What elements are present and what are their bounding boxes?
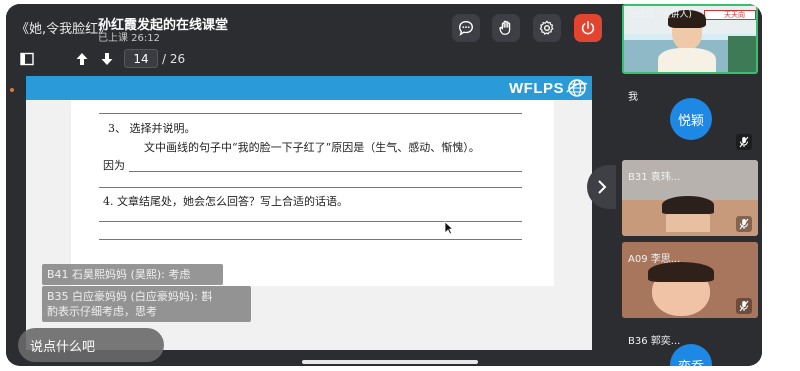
chat-message-line: B35 白应豪妈妈 (白应豪妈妈): 斟 bbox=[47, 290, 213, 303]
mic-muted-icon bbox=[736, 298, 752, 314]
document-toolbar: 14 / 26 bbox=[6, 46, 610, 72]
participant-name: B31 袁玮... bbox=[628, 172, 681, 183]
chevron-right-icon bbox=[598, 180, 607, 194]
chat-message: B41 石昊熙妈妈 (昊熙): 考虑 bbox=[42, 264, 223, 285]
host-video-tile[interactable]: 天天向 孙红霞 (主讲人) bbox=[622, 4, 758, 74]
chat-button[interactable] bbox=[452, 14, 480, 42]
hand-icon bbox=[499, 20, 511, 35]
page-total: / 26 bbox=[162, 52, 186, 66]
answer-line bbox=[99, 187, 522, 188]
chat-message: B35 白应豪妈妈 (白应豪妈妈): 斟 酌表示仔细考虑，思考 bbox=[42, 286, 251, 322]
arrow-up-icon bbox=[76, 53, 88, 65]
slide-header: WFLPS bbox=[26, 76, 592, 100]
globe-logo-icon bbox=[566, 79, 588, 97]
answer-line bbox=[99, 239, 522, 240]
answer-line bbox=[99, 113, 522, 114]
back-title[interactable]: 《她,令我脸红》 bbox=[16, 18, 111, 37]
participant-video-tile[interactable]: A09 李思... bbox=[622, 242, 758, 318]
raise-hand-button[interactable] bbox=[492, 14, 520, 42]
participant-name: B36 郭奕... bbox=[628, 336, 681, 347]
mic-muted-icon bbox=[736, 134, 752, 150]
question-3-body: 文中画线的句子中“我的脸一下子红了”原因是（生气、感动、惭愧）。 bbox=[144, 141, 480, 154]
host-name: 孙红霞 (主讲人) bbox=[628, 10, 692, 20]
settings-button[interactable] bbox=[533, 14, 561, 42]
previous-page-button[interactable] bbox=[73, 50, 91, 68]
chat-input[interactable]: 说点什么吧 bbox=[18, 328, 164, 362]
my-tile[interactable]: 我 悦颖 bbox=[622, 80, 758, 158]
question-3-because: 因为 bbox=[103, 159, 125, 172]
meeting-timer: 已上课 26:12 bbox=[98, 33, 160, 44]
presentation-area: WFLPS 3、 选择并说明。 文中画线的句子中“我的脸一下子红了”原因是（生气… bbox=[6, 72, 610, 362]
chat-bubble-icon bbox=[459, 21, 473, 36]
classroom-app: 《她,令我脸红》 孙红霞发起的在线课堂 已上课 26:12 14 / 26 WF… bbox=[6, 4, 762, 366]
participant-video-tile[interactable]: B31 袁玮... bbox=[622, 160, 758, 236]
worksheet-page: 3、 选择并说明。 文中画线的句子中“我的脸一下子红了”原因是（生气、感动、惭愧… bbox=[71, 100, 554, 286]
classroom-sign: 天天向 bbox=[724, 11, 745, 19]
top-bar: 《她,令我脸红》 孙红霞发起的在线课堂 已上课 26:12 bbox=[6, 4, 610, 46]
arrow-down-icon bbox=[101, 53, 113, 65]
mic-muted-icon bbox=[736, 216, 752, 232]
home-indicator bbox=[302, 360, 478, 364]
question-3-label: 3、 选择并说明。 bbox=[108, 122, 196, 135]
answer-line bbox=[129, 171, 522, 172]
indicator-dot bbox=[10, 88, 14, 92]
mouse-cursor-icon bbox=[444, 221, 454, 235]
gear-icon bbox=[539, 20, 554, 35]
question-4-label: 4. 文章结尾处，她会怎么回答？写上合适的话语。 bbox=[103, 195, 348, 208]
leave-button[interactable] bbox=[574, 14, 602, 42]
power-icon bbox=[581, 20, 595, 35]
participant-tile[interactable]: B36 郭奕... 奕乔 bbox=[622, 324, 758, 366]
my-avatar: 悦颖 bbox=[670, 98, 712, 140]
sidebar-icon bbox=[20, 52, 34, 66]
school-logo-text: WFLPS bbox=[509, 80, 564, 97]
participants-panel: 天天向 孙红霞 (主讲人) 我 悦颖 B31 袁玮... A09 李思... B… bbox=[616, 4, 762, 366]
sidebar-toggle-button[interactable] bbox=[18, 50, 36, 68]
answer-line bbox=[99, 221, 522, 222]
chat-message-line: 酌表示仔细考虑，思考 bbox=[47, 305, 157, 318]
participant-avatar: 奕乔 bbox=[670, 344, 712, 366]
my-name: 我 bbox=[628, 92, 638, 103]
page-number-input[interactable]: 14 bbox=[124, 49, 158, 68]
participant-name: A09 李思... bbox=[628, 254, 681, 265]
next-page-button[interactable] bbox=[98, 50, 116, 68]
